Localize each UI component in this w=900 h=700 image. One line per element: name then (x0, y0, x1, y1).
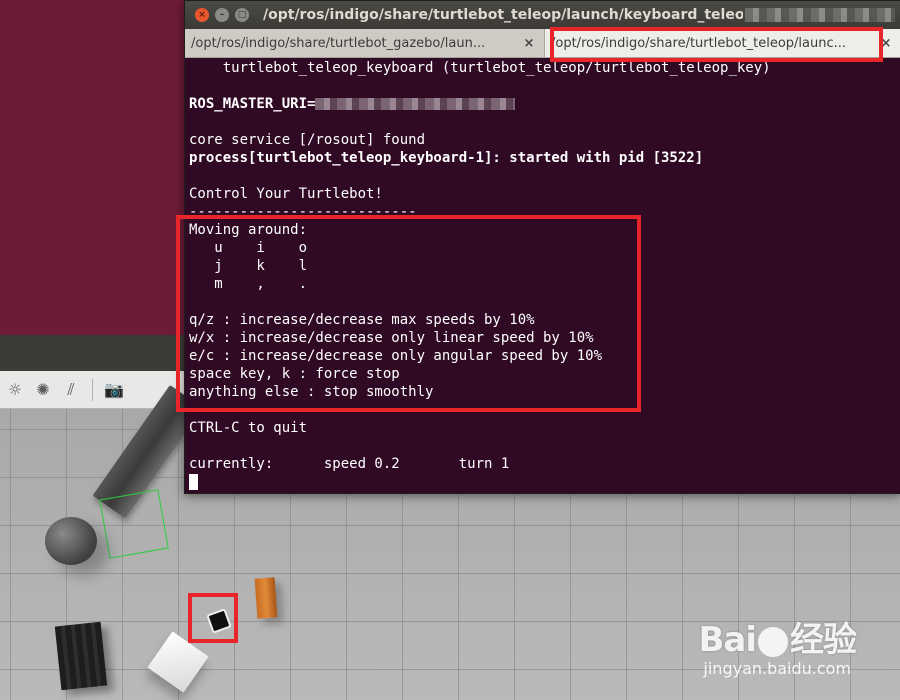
camera-icon[interactable]: 📷 (103, 379, 125, 401)
terminal-line-text: process[turtlebot_teleop_keyboard-1]: st… (189, 150, 704, 166)
tab-label: /opt/ros/indigo/share/turtlebot_gazebo/l… (191, 35, 486, 51)
gazebo-menubar (0, 335, 190, 371)
terminal-line: ROS_MASTER_URI= (189, 95, 897, 113)
baidu-logo: Bai 经验 (698, 612, 857, 661)
robot-highlight-annotation (188, 593, 238, 643)
key-menu-highlight-annotation (176, 215, 641, 412)
spot-light-icon[interactable]: ✺ (32, 379, 54, 401)
window-title: /opt/ros/indigo/share/turtlebot_teleop/l… (263, 7, 743, 23)
title-redaction (745, 8, 895, 22)
baidu-watermark: Bai 经验 jingyan.baidu.com (698, 612, 857, 678)
directional-light-icon[interactable]: ⫽ (60, 379, 82, 401)
tab-close-icon[interactable]: × (520, 36, 538, 51)
maximize-icon[interactable]: □ (235, 8, 249, 22)
terminal-line-text: ROS_MASTER_URI= (189, 96, 316, 112)
close-icon[interactable]: × (195, 8, 209, 22)
terminal-line: currently: speed 0.2 turn 1 (189, 455, 897, 473)
terminal-line: core service [/rosout] found (189, 131, 897, 149)
prompt-line (189, 473, 897, 491)
terminal-cursor (189, 474, 198, 490)
uri-redaction (315, 98, 516, 110)
tab-gazebo[interactable]: /opt/ros/indigo/share/turtlebot_gazebo/l… (185, 29, 545, 57)
scene-orange-box-object[interactable] (254, 577, 278, 619)
logo-text-right: 经验 (790, 620, 857, 660)
terminal-line-text: CTRL-C to quit (189, 420, 308, 436)
terminal-line-text: currently: speed 0.2 turn 1 (189, 456, 510, 472)
tab-highlight-annotation (550, 27, 883, 62)
terminal-titlebar[interactable]: × – □ /opt/ros/indigo/share/turtlebot_te… (185, 1, 900, 29)
sun-icon[interactable]: ☼ (4, 379, 26, 401)
toolbar-divider (92, 378, 93, 401)
paw-icon (758, 626, 788, 657)
terminal-line-text: core service [/rosout] found (189, 132, 426, 148)
terminal-line: process[turtlebot_teleop_keyboard-1]: st… (189, 149, 897, 167)
minimize-icon[interactable]: – (215, 8, 229, 22)
watermark-url: jingyan.baidu.com (703, 659, 852, 678)
terminal-line-text: turtlebot_teleop_keyboard (turtlebot_tel… (189, 60, 771, 76)
terminal-line-text: Control Your Turtlebot! (189, 186, 383, 202)
terminal-line: Control Your Turtlebot! (189, 185, 897, 203)
scene-sphere-object[interactable] (45, 517, 97, 565)
terminal-line: CTRL-C to quit (189, 419, 897, 437)
scene-crate-object[interactable] (54, 621, 108, 691)
scene-selection-box (99, 489, 169, 559)
logo-text-left: Bai (698, 620, 757, 660)
